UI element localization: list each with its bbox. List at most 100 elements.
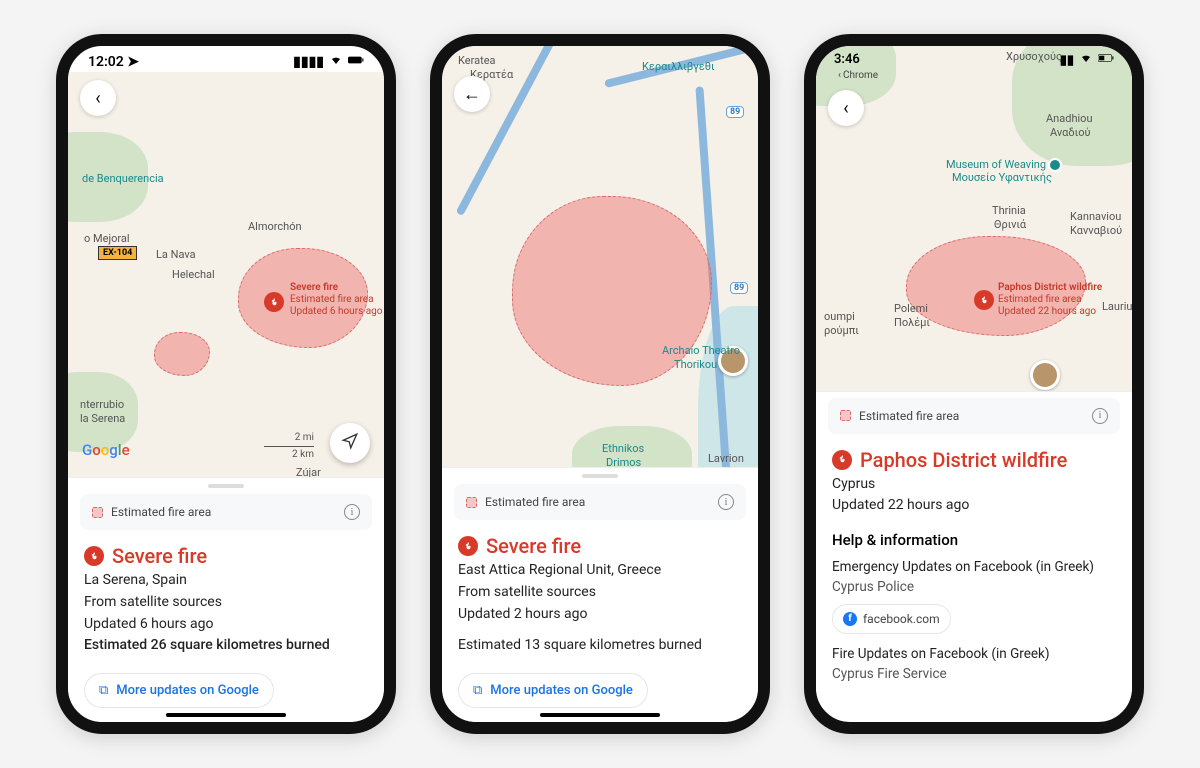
map-place-label: Thrinia bbox=[992, 204, 1026, 217]
fire-pin-label: Severe fire Estimated fire area Updated … bbox=[290, 282, 383, 318]
map-view[interactable]: 3:46 ▮▮ ‹ Chrome Paphos District wildfir… bbox=[816, 46, 1132, 391]
fire-area-legend: Estimated fire area i bbox=[454, 484, 746, 520]
map-place-label: Lavrion bbox=[708, 452, 744, 465]
poi-photo-marker[interactable] bbox=[1030, 360, 1060, 390]
map-place-label: o Mejoral bbox=[84, 232, 130, 245]
legend-label: Estimated fire area bbox=[859, 409, 959, 423]
facebook-chip[interactable]: f facebook.com bbox=[832, 604, 951, 634]
map-scale: 2 mi2 km bbox=[264, 432, 314, 461]
bottom-sheet[interactable]: Estimated fire area i Severe fire La Ser… bbox=[68, 477, 384, 722]
status-time: 12:02 ➤ bbox=[88, 54, 139, 70]
poi-marker[interactable] bbox=[1048, 158, 1062, 172]
back-button[interactable]: ‹ bbox=[828, 90, 864, 126]
map-place-label: Χρυσοχούς bbox=[1006, 50, 1062, 63]
back-button[interactable]: ‹ bbox=[80, 80, 116, 116]
map-place-label: de Benquerencia bbox=[82, 172, 164, 185]
legend-swatch-icon bbox=[92, 507, 103, 518]
legend-label: Estimated fire area bbox=[485, 495, 585, 509]
map-place-label: Θρινιά bbox=[994, 218, 1026, 231]
home-indicator[interactable] bbox=[540, 713, 660, 717]
fire-title: Severe fire bbox=[442, 526, 758, 560]
battery-icon bbox=[1098, 52, 1114, 68]
flame-icon bbox=[84, 546, 104, 566]
map-place-label: Drimos bbox=[606, 456, 641, 467]
open-external-icon: ⧉ bbox=[99, 683, 108, 698]
more-updates-button[interactable]: ⧉ More updates on Google bbox=[84, 673, 274, 708]
sheet-drag-handle[interactable] bbox=[582, 474, 618, 478]
route-badge: EX-104 bbox=[98, 246, 137, 260]
legend-swatch-icon bbox=[840, 410, 851, 421]
map-place-label: Kannaviou bbox=[1070, 210, 1121, 223]
fire-title: Severe fire bbox=[68, 536, 384, 570]
help-link-item[interactable]: Fire Updates on Facebook (in Greek) Cypr… bbox=[816, 642, 1132, 693]
phone-mockup-1: 12:02 ➤ ▮▮▮▮ Severe fire Estimated fire … bbox=[56, 34, 396, 734]
location-arrow-icon bbox=[341, 432, 359, 455]
google-logo: Google bbox=[82, 441, 130, 459]
map-place-label: Ethnikos bbox=[602, 442, 644, 455]
map-place-label: Κανναβιού bbox=[1070, 224, 1122, 237]
info-icon[interactable]: i bbox=[718, 494, 734, 510]
map-place-label: Keratea bbox=[458, 54, 496, 67]
fire-area-legend: Estimated fire area i bbox=[80, 494, 372, 530]
locate-me-button[interactable] bbox=[330, 423, 370, 463]
fire-title: Paphos District wildfire bbox=[816, 440, 1132, 474]
browser-back-chip[interactable]: ‹ Chrome bbox=[820, 70, 878, 81]
help-section-header: Help & information bbox=[816, 527, 1132, 555]
map-place-label: La Nava bbox=[156, 248, 196, 261]
phone-mockup-3: 3:46 ▮▮ ‹ Chrome Paphos District wildfir… bbox=[804, 34, 1144, 734]
map-place-label: oumpi bbox=[824, 310, 855, 323]
wifi-icon bbox=[1078, 52, 1094, 68]
fire-area-blob-small bbox=[154, 332, 210, 376]
status-icons: ▮▮▮▮ bbox=[293, 54, 364, 70]
map-place-label: Helechal bbox=[172, 268, 215, 281]
bottom-sheet[interactable]: Estimated fire area i Severe fire East A… bbox=[442, 467, 758, 722]
map-place-label: ρούμπι bbox=[824, 324, 859, 337]
info-icon[interactable]: i bbox=[344, 504, 360, 520]
status-icons: ▮▮ bbox=[1060, 52, 1114, 68]
flame-icon bbox=[458, 536, 478, 556]
signal-icon: ▮▮▮▮ bbox=[293, 54, 324, 70]
phone-mockup-2: 89 89 Keratea Κερατέα Κεραιλλιβγεθι Arch… bbox=[430, 34, 770, 734]
map-place-label: Almorchón bbox=[248, 220, 302, 233]
info-icon[interactable]: i bbox=[1092, 408, 1108, 424]
map-place-label: Λαύριο bbox=[710, 466, 746, 467]
map-view[interactable]: Severe fire Estimated fire area Updated … bbox=[68, 72, 384, 477]
fire-pin-label: Paphos District wildfire Estimated fire … bbox=[998, 282, 1102, 318]
highway-badge: 89 bbox=[726, 106, 744, 118]
map-place-label: Museum of Weaving bbox=[946, 158, 1046, 171]
fire-pin-icon[interactable] bbox=[974, 290, 994, 310]
map-place-label: Πολέμι bbox=[894, 316, 930, 329]
map-place-label: Zújar bbox=[296, 466, 321, 477]
map-place-label: Κεραιλλιβγεθι bbox=[642, 60, 715, 73]
wifi-icon bbox=[328, 54, 344, 70]
map-place-label: Αναδιού bbox=[1050, 126, 1090, 139]
map-place-label: la Serena bbox=[80, 412, 125, 425]
battery-icon bbox=[348, 54, 364, 70]
open-external-icon: ⧉ bbox=[473, 683, 482, 698]
status-time: 3:46 bbox=[834, 52, 860, 68]
map-place-label: Polemi bbox=[894, 302, 928, 315]
fire-details: La Serena, Spain From satellite sources … bbox=[68, 570, 384, 667]
highway-badge: 89 bbox=[730, 282, 748, 294]
bottom-sheet[interactable]: Estimated fire area i Paphos District wi… bbox=[816, 391, 1132, 692]
legend-label: Estimated fire area bbox=[111, 505, 211, 519]
map-place-label: Μουσείο Υφαντικής bbox=[952, 171, 1052, 184]
fire-pin-icon[interactable] bbox=[264, 292, 284, 312]
help-link-item[interactable]: Emergency Updates on Facebook (in Greek)… bbox=[816, 555, 1132, 642]
location-arrow-icon: ➤ bbox=[127, 54, 139, 70]
sheet-drag-handle[interactable] bbox=[208, 484, 244, 488]
fire-area-legend: Estimated fire area i bbox=[828, 398, 1120, 434]
map-view[interactable]: 89 89 Keratea Κερατέα Κεραιλλιβγεθι Arch… bbox=[442, 46, 758, 467]
chevron-left-icon: ‹ bbox=[843, 98, 848, 119]
home-indicator[interactable] bbox=[166, 713, 286, 717]
more-updates-button[interactable]: ⧉ More updates on Google bbox=[458, 673, 648, 708]
flame-icon bbox=[832, 450, 852, 470]
arrow-left-icon: ← bbox=[463, 84, 481, 105]
map-place-label: nterrubio bbox=[80, 398, 124, 411]
fire-details: Cyprus Updated 22 hours ago bbox=[816, 474, 1132, 527]
map-place-label: Anadhiou bbox=[1046, 112, 1093, 125]
map-place-label: Thorikou bbox=[674, 358, 717, 371]
chevron-left-icon: ‹ bbox=[95, 88, 100, 109]
legend-swatch-icon bbox=[466, 497, 477, 508]
back-button[interactable]: ← bbox=[454, 76, 490, 112]
